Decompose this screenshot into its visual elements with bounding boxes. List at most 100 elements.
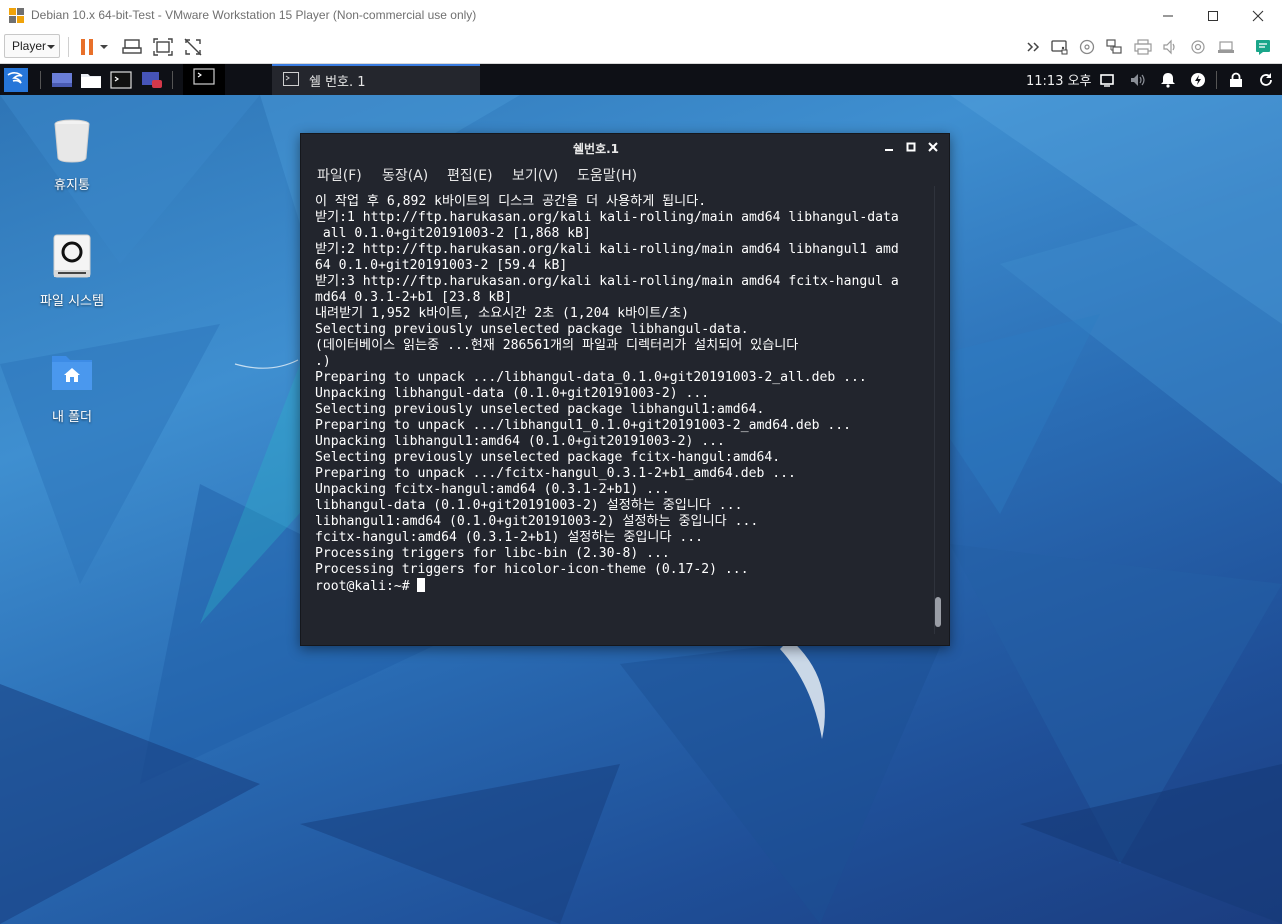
- panel-clock[interactable]: 11:13 오후: [1026, 70, 1092, 89]
- desktop-icon: [52, 73, 72, 87]
- network-button[interactable]: [1104, 36, 1126, 58]
- terminal-line: Preparing to unpack .../libhangul-data_0…: [315, 370, 867, 385]
- network-icon: [1106, 39, 1122, 54]
- terminal-output[interactable]: 이 작업 후 6,892 k바이트의 디스크 공간을 더 사용하게 됩니다. 받…: [315, 194, 937, 636]
- menu-edit[interactable]: 편집(E): [447, 165, 493, 185]
- power-icon: [1191, 73, 1205, 87]
- terminal-line: .): [315, 354, 331, 369]
- trash-icon: [54, 119, 90, 163]
- guest-desktop: 쉘 번호. 1 11:13 오후 휴지통 파일 시스템 내 폴더 쉘번호.1 파…: [0, 64, 1282, 924]
- pause-button[interactable]: [76, 36, 98, 58]
- terminal-maximize-button[interactable]: [902, 138, 920, 156]
- printer-button[interactable]: [1132, 36, 1154, 58]
- sound-icon: [1163, 39, 1175, 55]
- camera-button[interactable]: [1187, 36, 1209, 58]
- sound-button[interactable]: [1159, 36, 1181, 58]
- screen-recorder-launcher[interactable]: [140, 68, 164, 92]
- terminal-minimize-button[interactable]: [880, 138, 898, 156]
- cd-button[interactable]: [1076, 36, 1098, 58]
- close-button[interactable]: [1235, 0, 1281, 31]
- terminal-line: 받기:1 http://ftp.harukasan.org/kali kali-…: [315, 210, 899, 225]
- terminal-icon: [110, 71, 132, 89]
- desktop-icon-trash[interactable]: 휴지통: [17, 116, 127, 193]
- fit-guest-button[interactable]: [152, 36, 174, 58]
- terminal-line: Selecting previously unselected package …: [315, 450, 781, 465]
- workspace-switcher[interactable]: [183, 64, 225, 95]
- terminal-line: Preparing to unpack .../fcitx-hangul_0.3…: [315, 466, 796, 481]
- usb-button[interactable]: [1215, 36, 1237, 58]
- panel-divider: [1216, 71, 1217, 89]
- home-folder-icon: [52, 356, 92, 390]
- hard-drive-icon: [53, 234, 91, 278]
- desktop-icon-home[interactable]: 내 폴더: [17, 348, 127, 425]
- desktop-icon-filesystem[interactable]: 파일 시스템: [17, 232, 127, 309]
- terminal-line: Processing triggers for libc-bin (2.30-8…: [315, 546, 670, 561]
- kali-dragon-icon: [4, 68, 28, 92]
- player-menu-button[interactable]: Player: [4, 34, 60, 58]
- display-tray-button[interactable]: [1095, 68, 1119, 92]
- panel-divider: [40, 71, 41, 89]
- terminal-line: fcitx-hangul:amd64 (0.3.1-2+b1) 설정하는 중입니…: [315, 530, 704, 545]
- fit-guest-icon: [153, 38, 173, 56]
- taskbar-terminal-button[interactable]: 쉘 번호. 1: [272, 64, 480, 95]
- terminal-scrollbar[interactable]: [935, 597, 941, 627]
- terminal-line: libhangul1:amd64 (0.1.0+git20191003-2) 설…: [315, 514, 759, 529]
- display-icon: [1100, 74, 1114, 87]
- menu-view[interactable]: 보기(V): [512, 165, 558, 185]
- minimize-icon: [1163, 15, 1173, 16]
- desktop-icon-label: 내 폴더: [51, 410, 92, 425]
- window-title: Debian 10.x 64-bit-Test - VMware Worksta…: [31, 8, 477, 22]
- bell-icon: [1161, 73, 1175, 88]
- terminal-text: 이 작업 후 6,892 k바이트의 디스크 공간을 더 사용하게 됩니다. 받…: [315, 194, 937, 595]
- show-desktop-launcher[interactable]: [50, 68, 74, 92]
- taskbar-label: 쉘 번호. 1: [309, 75, 366, 90]
- maximize-button[interactable]: [1190, 0, 1236, 31]
- printer-icon: [1134, 39, 1152, 55]
- terminal-prompt: root@kali:~#: [315, 579, 418, 594]
- volume-tray-button[interactable]: [1126, 68, 1150, 92]
- notifications-tray-button[interactable]: [1156, 68, 1180, 92]
- minimize-icon: [885, 149, 893, 151]
- menu-actions[interactable]: 동장(A): [382, 165, 428, 185]
- menu-file[interactable]: 파일(F): [317, 165, 362, 185]
- vmware-titlebar: Debian 10.x 64-bit-Test - VMware Worksta…: [0, 0, 1282, 31]
- close-icon: [928, 142, 938, 152]
- volume-icon: [1131, 74, 1145, 86]
- restart-button[interactable]: [1254, 68, 1278, 92]
- terminal-launcher[interactable]: [109, 68, 133, 92]
- terminal-title: 쉘번호.1: [572, 142, 620, 156]
- send-ctrl-alt-del-button[interactable]: [121, 36, 143, 58]
- power-tray-button[interactable]: [1186, 68, 1210, 92]
- pause-dropdown-button[interactable]: [97, 36, 111, 58]
- close-icon: [1252, 10, 1264, 21]
- terminal-line: Unpacking libhangul1:amd64 (0.1.0+git201…: [315, 434, 725, 449]
- desktop-icon-label: 휴지통: [54, 178, 90, 193]
- refresh-icon: [1260, 73, 1272, 86]
- terminal-close-button[interactable]: [924, 138, 942, 156]
- lock-icon: [1230, 72, 1242, 87]
- chevron-down-icon: [47, 45, 55, 49]
- more-devices-button[interactable]: [1023, 36, 1045, 58]
- file-manager-launcher[interactable]: [79, 68, 103, 92]
- panel-divider: [172, 71, 173, 89]
- terminal-line: 내려받기 1,952 k바이트, 소요시간 2초 (1,204 k바이트/초): [315, 306, 690, 321]
- hard-disk-button[interactable]: [1048, 36, 1070, 58]
- unity-button[interactable]: [182, 36, 204, 58]
- folder-icon: [81, 74, 101, 88]
- terminal-line: 64 0.1.0+git20191003-2 [59.4 kB]: [315, 258, 568, 273]
- terminal-line: Unpacking libhangul-data (0.1.0+git20191…: [315, 386, 710, 401]
- terminal-line: all 0.1.0+git20191003-2 [1,868 kB]: [322, 226, 591, 241]
- terminal-menubar: 파일(F) 동장(A) 편집(E) 보기(V) 도움말(H): [301, 160, 949, 186]
- applications-menu-button[interactable]: [4, 68, 28, 92]
- cd-icon: [1079, 39, 1095, 55]
- terminal-line: libhangul-data (0.1.0+git20191003-2) 설정하…: [315, 498, 743, 513]
- terminal-window[interactable]: 쉘번호.1 파일(F) 동장(A) 편집(E) 보기(V) 도움말(H) 이 작…: [300, 133, 950, 646]
- desktop-icon-label: 파일 시스템: [40, 294, 104, 309]
- terminal-titlebar[interactable]: 쉘번호.1: [301, 134, 949, 160]
- message-log-button[interactable]: [1252, 36, 1274, 58]
- pause-icon: [81, 39, 93, 55]
- menu-help[interactable]: 도움말(H): [577, 165, 637, 185]
- minimize-button[interactable]: [1145, 0, 1191, 31]
- lock-screen-button[interactable]: [1224, 68, 1248, 92]
- terminal-line: Selecting previously unselected package …: [315, 322, 749, 337]
